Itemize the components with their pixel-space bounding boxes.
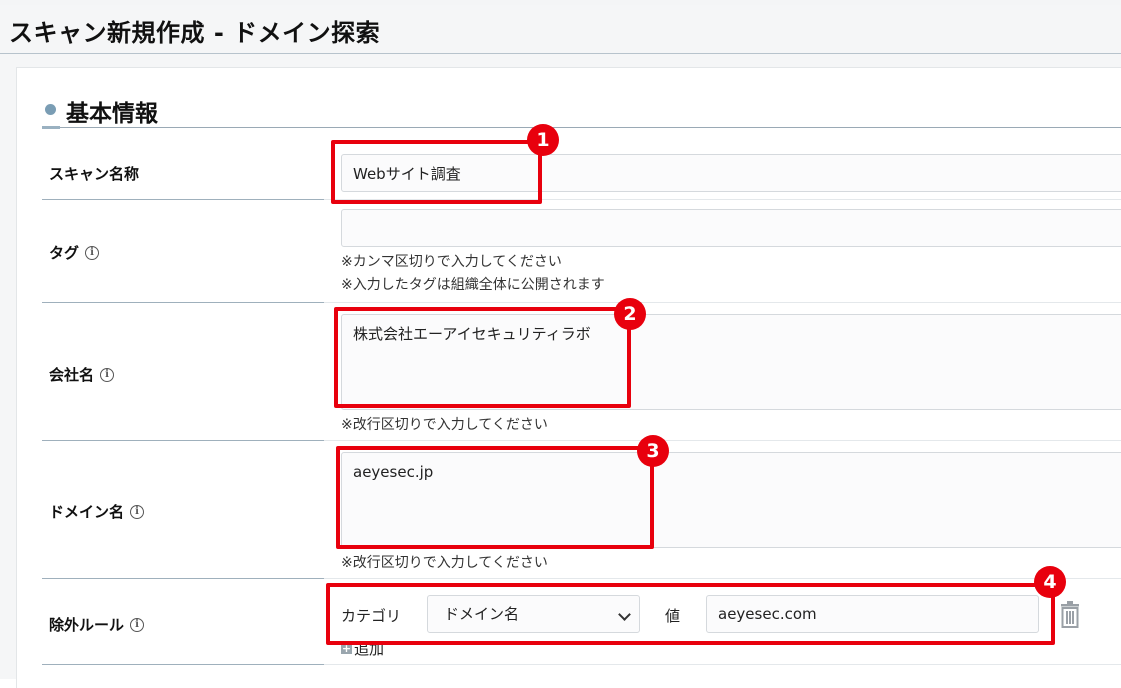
annotation-badge-3: 3 xyxy=(637,435,669,467)
category-select[interactable]: ドメイン名 xyxy=(427,595,640,633)
domain-label: ドメイン名 i xyxy=(49,501,145,522)
row-divider xyxy=(324,199,1121,200)
value-label: 値 xyxy=(665,607,681,625)
tag-label: タグ i xyxy=(49,242,100,263)
annotation-badge-2: 2 xyxy=(614,298,646,330)
company-textarea[interactable]: 株式会社エーアイセキュリティラボ xyxy=(341,314,1121,410)
section-divider-accent xyxy=(42,126,60,129)
row-divider xyxy=(42,578,324,579)
info-circle-icon[interactable]: i xyxy=(100,367,115,382)
page-title: スキャン新規作成 - ドメイン探索 xyxy=(9,19,381,47)
scan-name-label-text: スキャン名称 xyxy=(49,165,140,183)
company-label: 会社名 i xyxy=(49,364,115,385)
company-label-text: 会社名 xyxy=(49,366,95,384)
info-circle-icon[interactable]: i xyxy=(130,504,145,519)
row-divider xyxy=(42,199,324,200)
chevron-down-icon xyxy=(618,608,631,621)
section-divider xyxy=(42,127,1121,128)
domain-help-text: ※改行区切りで入力してください xyxy=(341,555,548,571)
category-select-value: ドメイン名 xyxy=(444,605,520,623)
domain-textarea[interactable]: aeyesec.jp xyxy=(341,452,1121,548)
scan-name-label: スキャン名称 xyxy=(49,163,139,184)
info-circle-icon[interactable]: i xyxy=(85,245,100,260)
annotation-badge-4: 4 xyxy=(1034,566,1066,598)
row-divider xyxy=(324,578,1121,579)
exclusion-label-text: 除外ルール xyxy=(49,616,125,634)
row-divider xyxy=(42,664,324,665)
tag-help-text-2: ※入力したタグは組織全体に公開されます xyxy=(341,277,605,293)
domain-label-text: ドメイン名 xyxy=(49,503,125,521)
company-help-text: ※改行区切りで入力してください xyxy=(341,417,548,433)
annotation-badge-1: 1 xyxy=(527,124,559,156)
trash-icon[interactable] xyxy=(1061,600,1079,628)
exclusion-value-input[interactable] xyxy=(706,595,1039,633)
add-rule-button[interactable]: + 追加 xyxy=(341,638,384,659)
row-divider xyxy=(324,302,1121,303)
scan-name-input[interactable] xyxy=(341,154,1121,192)
section-bullet-icon xyxy=(45,104,56,115)
tag-label-text: タグ xyxy=(49,244,80,262)
add-rule-label: 追加 xyxy=(354,640,385,658)
page-header: スキャン新規作成 - ドメイン探索 xyxy=(0,5,1121,54)
category-label: カテゴリ xyxy=(341,607,402,625)
row-divider xyxy=(324,664,1121,665)
info-circle-icon[interactable]: i xyxy=(130,617,145,632)
exclusion-label: 除外ルール i xyxy=(49,614,145,635)
row-divider xyxy=(42,302,324,303)
tag-input[interactable] xyxy=(341,209,1121,247)
tag-help-text: ※カンマ区切りで入力してください xyxy=(341,254,562,270)
row-divider xyxy=(42,440,324,441)
row-divider xyxy=(324,440,1121,441)
plus-square-icon: + xyxy=(341,642,352,655)
section-title: 基本情報 xyxy=(66,101,158,127)
